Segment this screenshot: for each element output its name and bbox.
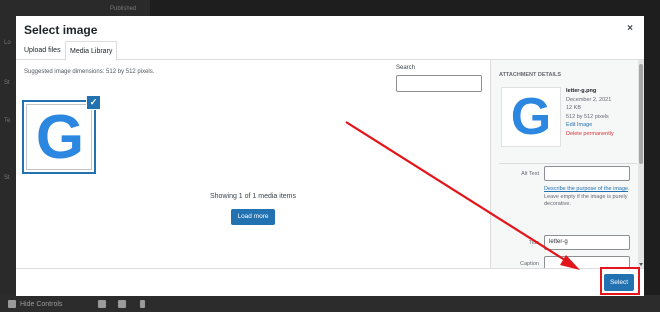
- sidebar-scrollbar[interactable]: [638, 60, 644, 268]
- background-text: St: [4, 80, 10, 86]
- attachment-date: December 2, 2021: [566, 96, 612, 103]
- background-footer: Hide Controls: [0, 295, 660, 312]
- background-text: Lo: [4, 40, 11, 46]
- delete-permanently-link[interactable]: Delete permanently: [566, 130, 640, 139]
- desktop-icon: [98, 300, 106, 308]
- alt-text-help-link[interactable]: Describe the purpose of the image: [544, 186, 628, 192]
- attachment-details-sidebar: ATTACHMENT DETAILS G letter-g.png Decemb…: [490, 60, 644, 268]
- attachment-details-heading: ATTACHMENT DETAILS: [499, 72, 562, 78]
- background-text: Published: [110, 6, 137, 12]
- edit-image-link[interactable]: Edit Image: [566, 121, 640, 130]
- modal-tabs: Upload files Media Library: [16, 41, 644, 61]
- attachment-dimensions: 512 by 512 pixels: [566, 113, 609, 120]
- media-item-letter-g[interactable]: G ✓: [22, 96, 100, 174]
- scrollbar-thumb[interactable]: [639, 64, 643, 164]
- letter-g-image: G: [35, 103, 85, 172]
- close-icon[interactable]: ×: [624, 23, 636, 35]
- caption-label: Caption: [520, 261, 539, 267]
- title-label: Title: [528, 240, 539, 246]
- modal-header: Select image ×: [16, 16, 644, 44]
- hide-controls-label: Hide Controls: [20, 301, 63, 308]
- background-text: Te: [4, 118, 11, 124]
- search-label: Search: [396, 65, 416, 71]
- checkmark-icon[interactable]: ✓: [87, 96, 100, 109]
- hide-controls-icon: [8, 300, 16, 308]
- background-text: St: [4, 175, 10, 181]
- tablet-icon: [118, 300, 126, 308]
- media-library-content: Suggested image dimensions: 512 by 512 p…: [16, 60, 490, 268]
- tab-media-library[interactable]: Media Library: [65, 41, 118, 61]
- mobile-icon: [140, 300, 145, 308]
- title-input[interactable]: letter-g: [544, 235, 630, 250]
- tab-upload-files[interactable]: Upload files: [20, 41, 65, 60]
- select-image-modal: Select image × Upload files Media Librar…: [16, 16, 644, 296]
- showing-count-text: Showing 1 of 1 media items: [210, 193, 296, 200]
- attachment-filename: letter-g.png: [566, 88, 597, 94]
- suggested-dimensions-text: Suggested image dimensions: 512 by 512 p…: [24, 69, 155, 75]
- search-input[interactable]: [396, 75, 482, 92]
- load-more-button[interactable]: Load more: [231, 209, 275, 225]
- alt-text-input[interactable]: [544, 166, 630, 181]
- letter-g-image: G: [510, 88, 552, 146]
- modal-footer: Select: [16, 268, 644, 296]
- scroll-down-arrow-icon[interactable]: [639, 263, 643, 266]
- modal-title: Select image: [24, 23, 98, 37]
- attachment-meta: letter-g.png December 2, 2021 12 KB 512 …: [566, 87, 640, 138]
- alt-text-help: Describe the purpose of the image. Leave…: [544, 186, 630, 209]
- divider: [499, 163, 637, 164]
- alt-text-label: Alt Text: [521, 171, 539, 177]
- attachment-thumbnail: G: [501, 87, 561, 147]
- media-item-thumbnail: G: [26, 103, 92, 172]
- attachment-size: 12 KB: [566, 105, 581, 111]
- annotation-highlight-box: [600, 267, 640, 295]
